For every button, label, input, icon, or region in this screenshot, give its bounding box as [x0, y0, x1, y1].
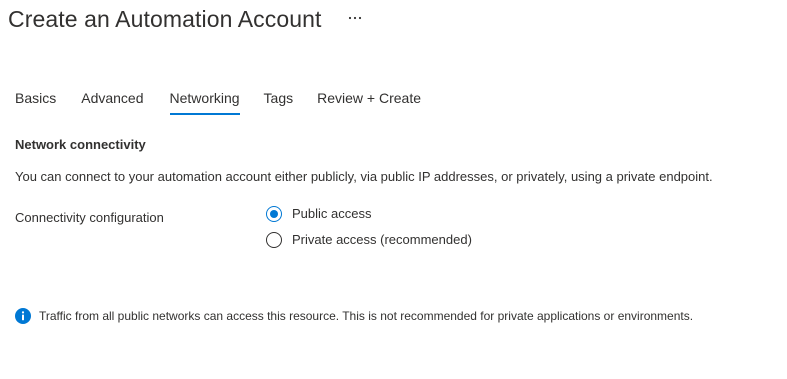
connectivity-configuration-label: Connectivity configuration [15, 210, 164, 225]
info-message: Traffic from all public networks can acc… [15, 308, 693, 324]
private-access-option[interactable]: Private access (recommended) [266, 231, 472, 249]
private-access-label: Private access (recommended) [292, 232, 472, 247]
page-title: Create an Automation Account [8, 6, 322, 32]
automation-account-page: Create an Automation Account Basics Adva… [0, 0, 787, 379]
tab-tags[interactable]: Tags [264, 88, 294, 115]
private-access-radio[interactable] [266, 232, 282, 248]
more-options-button[interactable] [346, 9, 364, 27]
ellipsis-icon [348, 16, 361, 20]
tab-advanced[interactable]: Advanced [81, 88, 143, 115]
section-description: You can connect to your automation accou… [15, 169, 713, 184]
tab-networking[interactable]: Networking [169, 88, 240, 115]
section-title: Network connectivity [15, 137, 146, 152]
connectivity-radio-group: Public access Private access (recommende… [266, 205, 472, 257]
tab-basics[interactable]: Basics [15, 88, 56, 115]
tab-review-create[interactable]: Review + Create [317, 88, 421, 115]
info-icon [15, 308, 31, 324]
info-text: Traffic from all public networks can acc… [39, 309, 694, 323]
public-access-label: Public access [292, 206, 372, 221]
public-access-option[interactable]: Public access [266, 205, 472, 223]
title-row: Create an Automation Account [8, 2, 364, 36]
wizard-tabs: Basics Advanced Networking Tags Review +… [15, 88, 421, 115]
public-access-radio[interactable] [266, 206, 282, 222]
